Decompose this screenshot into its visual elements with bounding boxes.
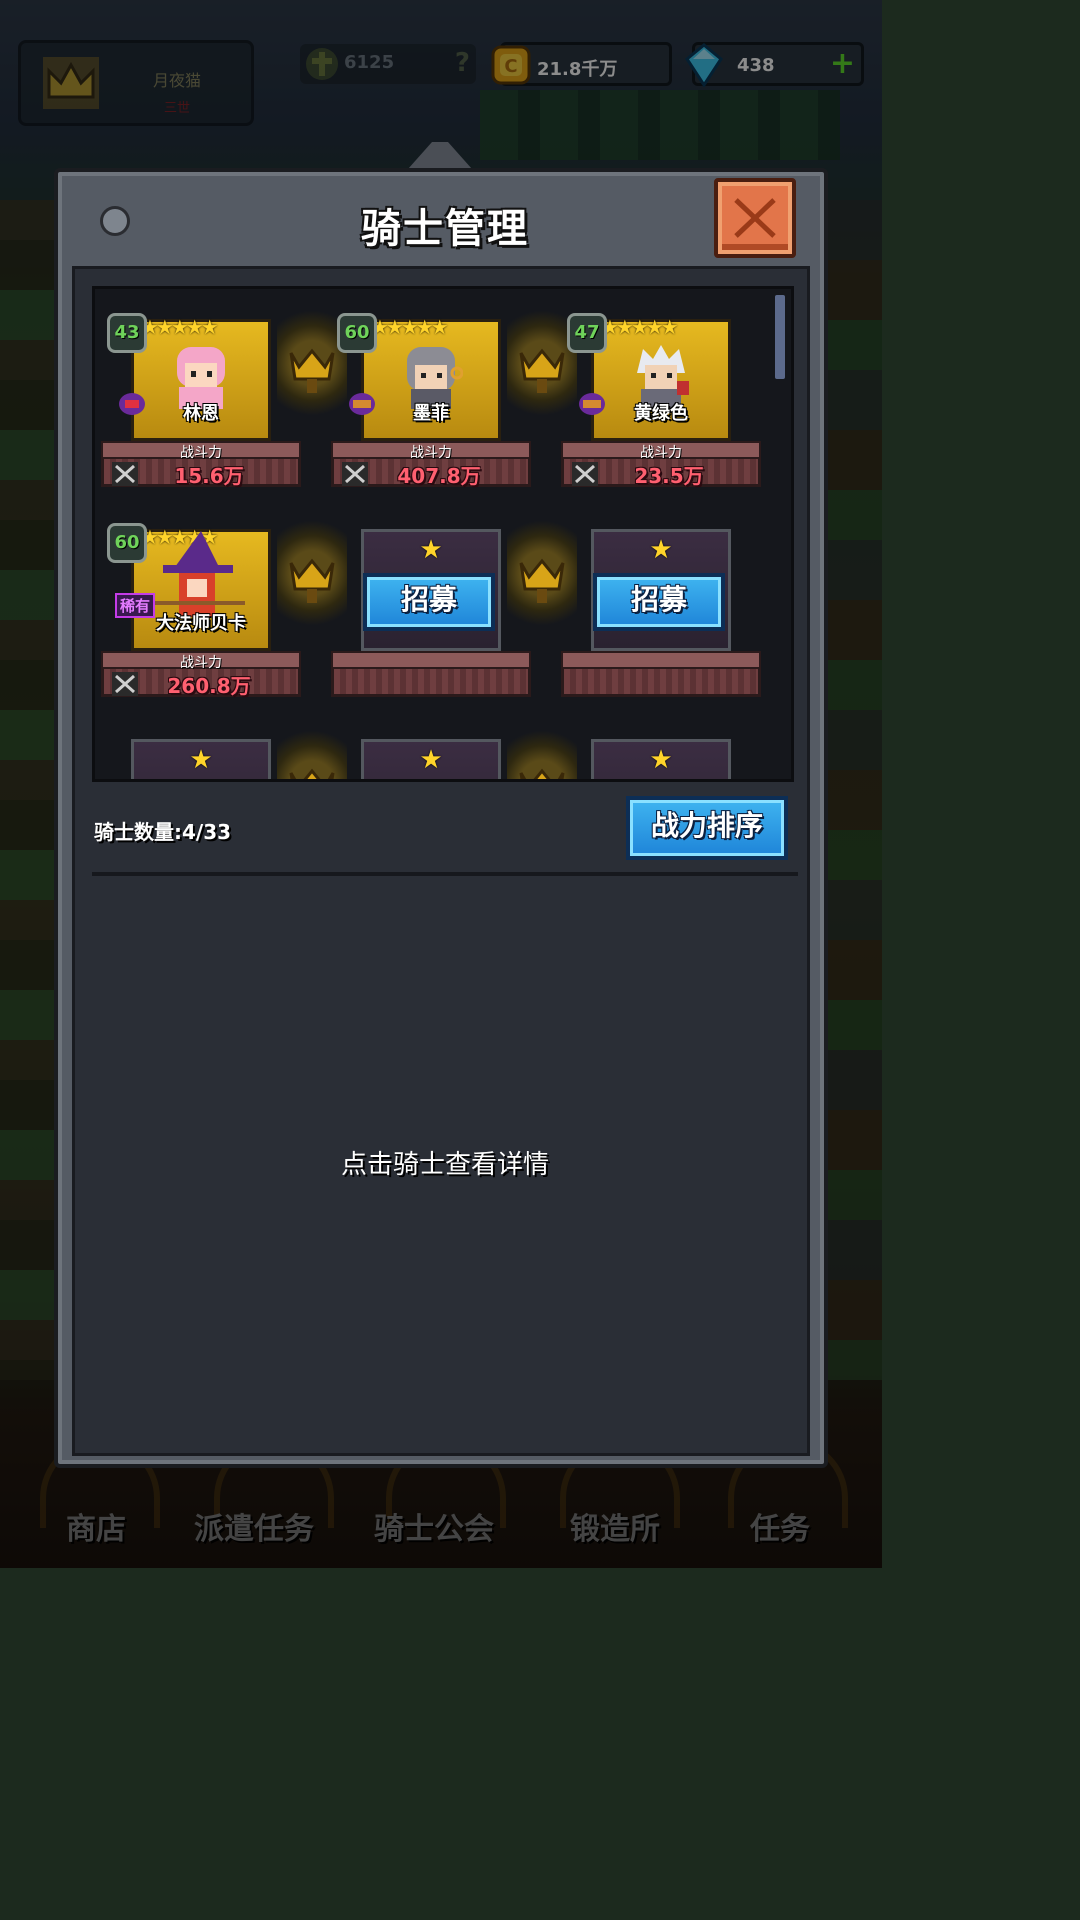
empty-knight-slot[interactable]: ★ — [561, 727, 761, 779]
star-icon: ★ — [649, 745, 673, 775]
detail-hint-text: 点击骑士查看详情 — [340, 1150, 549, 1180]
plinth-top — [561, 651, 761, 669]
power-plinth: 战斗力 260.8万 — [101, 651, 301, 698]
knight-name: 林恩 — [183, 403, 219, 424]
knight-name: 墨菲 — [413, 403, 449, 424]
empty-knight-slot[interactable]: ★ 招募 — [331, 517, 531, 697]
divider — [92, 872, 798, 876]
knight-slot-3[interactable]: ★★★★★ 黄绿色 47 战斗力 23.5万 — [561, 307, 761, 488]
recruit-button[interactable]: 招募 — [593, 573, 725, 631]
star-icon: ★ — [189, 745, 213, 775]
level-badge: 60 — [337, 313, 377, 353]
close-icon — [734, 198, 776, 238]
empty-knight-slot[interactable]: ★ — [101, 727, 301, 779]
power-plinth: 战斗力 23.5万 — [561, 441, 761, 488]
empty-knight-slot[interactable]: ★ — [331, 727, 531, 779]
knight-name: 大法师贝卡 — [156, 613, 246, 634]
empty-knight-slot[interactable]: ★ 招募 — [561, 517, 761, 697]
recruit-button[interactable]: 招募 — [363, 573, 495, 631]
crossed-swords-icon — [112, 462, 138, 486]
knight-power: 407.8万 — [397, 464, 481, 488]
power-label: 战斗力 — [640, 445, 682, 461]
level-badge: 47 — [567, 313, 607, 353]
star-icon: ★ — [419, 745, 443, 775]
knight-slot-1[interactable]: ★★★★★ 林恩 43 战斗力 15.6万 — [101, 307, 301, 488]
power-label: 战斗力 — [180, 655, 222, 671]
crossed-swords-icon — [572, 462, 598, 486]
star-icon: ★ — [419, 535, 443, 565]
knight-management-modal: 骑士管理 ★★★★★ 林恩 43 战斗力 15.6万 ★★★★★ 墨菲 60 战… — [54, 168, 828, 1468]
star-rating: ★★★★★ — [371, 315, 449, 339]
sort-by-power-button[interactable]: 战力排序 — [626, 796, 788, 860]
crossed-swords-icon — [342, 462, 368, 486]
empty-plinth — [561, 651, 761, 697]
knight-power: 23.5万 — [634, 464, 704, 488]
power-plinth: 战斗力 15.6万 — [101, 441, 301, 488]
close-button[interactable] — [714, 178, 796, 258]
star-rating: ★★★★★ — [141, 315, 219, 339]
knight-slot-2[interactable]: ★★★★★ 墨菲 60 战斗力 407.8万 — [331, 307, 531, 488]
power-label: 战斗力 — [180, 445, 222, 461]
knight-slot-4[interactable]: ★★★★★ 稀有 大法师贝卡 60 战斗力 260.8万 — [101, 517, 301, 698]
empty-plinth — [331, 651, 531, 697]
plinth-top — [331, 651, 531, 669]
knight-power: 260.8万 — [167, 674, 251, 698]
knight-count: 骑士数量:4/33 — [94, 820, 232, 844]
power-label: 战斗力 — [410, 445, 452, 461]
power-plinth: 战斗力 407.8万 — [331, 441, 531, 488]
level-badge: 60 — [107, 523, 147, 563]
level-badge: 43 — [107, 313, 147, 353]
crossed-swords-icon — [112, 672, 138, 696]
knight-name: 黄绿色 — [634, 403, 688, 424]
star-icon: ★ — [649, 535, 673, 565]
knight-roster-grid[interactable]: ★★★★★ 林恩 43 战斗力 15.6万 ★★★★★ 墨菲 60 战斗力 40… — [92, 286, 794, 782]
star-rating: ★★★★★ — [601, 315, 679, 339]
knight-power: 15.6万 — [174, 464, 244, 488]
roster-scrollbar[interactable] — [775, 295, 785, 379]
